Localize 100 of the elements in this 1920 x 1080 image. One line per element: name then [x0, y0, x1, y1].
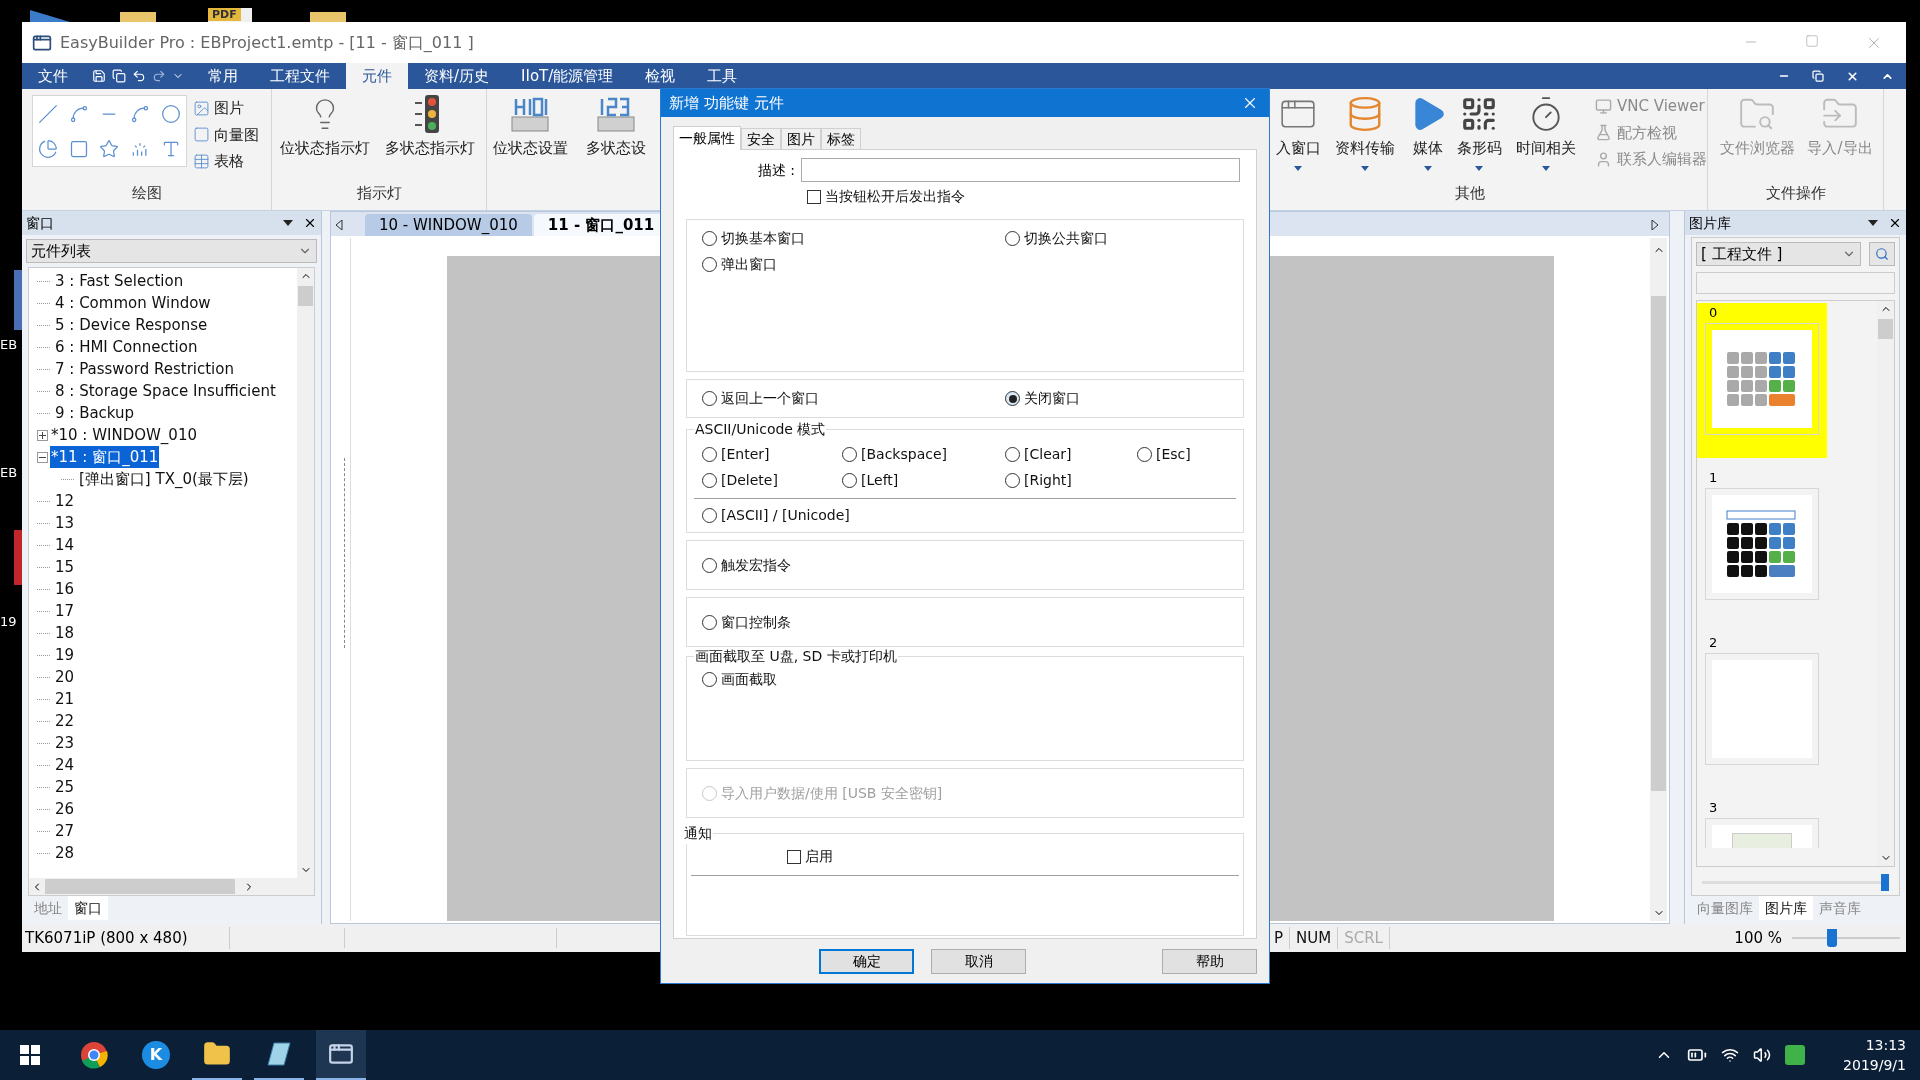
rectangle-icon[interactable] — [68, 138, 89, 159]
radio-button-icon[interactable] — [702, 672, 717, 687]
ribbon-button[interactable]: 表格 — [193, 150, 259, 173]
radio-button-icon[interactable] — [1005, 231, 1020, 246]
radio-button-icon[interactable] — [702, 447, 717, 462]
menu-tab[interactable]: 工具 — [691, 63, 754, 89]
redo-icon[interactable] — [152, 69, 166, 83]
radio-option[interactable]: [Backspace] — [842, 444, 1005, 465]
tree-item[interactable]: 4 : Common Window — [54, 291, 212, 315]
tree-item[interactable]: 28 — [54, 841, 76, 865]
tree-item[interactable]: 22 — [54, 709, 76, 733]
radio-button-icon[interactable] — [702, 473, 717, 488]
ribbon-button[interactable]: 多状态指示灯 — [377, 89, 482, 160]
radio-option[interactable]: 触发宏指令 — [702, 554, 791, 576]
filter-field[interactable] — [1696, 272, 1895, 294]
radio-option[interactable]: [Right] — [1005, 470, 1137, 491]
volume-icon[interactable] — [1753, 1046, 1772, 1064]
radio-option[interactable]: 窗口控制条 — [702, 611, 791, 633]
save-all-icon[interactable] — [112, 69, 126, 83]
radio-option[interactable]: 弹出窗口 — [702, 254, 1005, 275]
radio-option[interactable]: [ASCII] / [Unicode] — [702, 505, 1228, 526]
radio-option[interactable]: [Delete] — [702, 470, 842, 491]
scrollbar[interactable] — [1650, 238, 1667, 921]
radio-option[interactable]: [Enter] — [702, 444, 842, 465]
menu-tab[interactable]: 元件 — [346, 63, 408, 89]
radio-button-icon[interactable] — [1005, 473, 1020, 488]
tree-item[interactable]: 19 — [54, 643, 76, 667]
zoom-slider[interactable] — [1792, 929, 1900, 947]
browser-icon[interactable] — [80, 1041, 108, 1069]
gallery-item[interactable]: 0 — [1697, 303, 1827, 458]
line-icon[interactable] — [38, 103, 59, 124]
tree-item[interactable]: 15 — [54, 555, 76, 579]
ribbon-button[interactable]: 位状态设置 — [487, 89, 573, 210]
radio-option[interactable]: 画面截取 — [702, 669, 1228, 690]
undo-icon[interactable] — [132, 69, 146, 83]
tree-item[interactable]: 21 — [54, 687, 76, 711]
circle-icon[interactable] — [160, 103, 181, 124]
dropdown-icon[interactable] — [283, 220, 293, 226]
menu-tab[interactable]: IIoT/能源管理 — [505, 63, 630, 89]
radio-button-icon[interactable] — [1005, 447, 1020, 462]
editor-tab[interactable]: 10 - WINDOW_010 — [365, 214, 532, 236]
radio-button-icon[interactable] — [842, 447, 857, 462]
tree-item[interactable]: 14 — [54, 533, 76, 557]
radio-button-icon[interactable] — [702, 614, 717, 630]
radio-option[interactable]: 返回上一个窗口 — [702, 388, 1005, 409]
tree-item[interactable]: *10 : WINDOW_010 — [50, 423, 198, 447]
save-icon[interactable] — [92, 69, 106, 83]
radio-option[interactable]: 关闭窗口 — [1005, 388, 1228, 409]
ribbon-button[interactable]: 图片 — [193, 97, 259, 120]
tree-item[interactable]: 9 : Backup — [54, 401, 136, 425]
tree-item[interactable]: 6 : HMI Connection — [54, 335, 199, 359]
close-icon[interactable] — [303, 216, 317, 230]
slider-thumb[interactable] — [1881, 873, 1889, 891]
dialog-button[interactable]: 取消 — [931, 948, 1026, 974]
tree-item[interactable]: 5 : Device Response — [54, 313, 209, 337]
tree-item[interactable]: 17 — [54, 599, 76, 623]
scrollbar[interactable] — [297, 268, 314, 878]
ribbon-button[interactable]: 位状态指示灯 — [272, 89, 377, 160]
radio-button-icon[interactable] — [842, 473, 857, 488]
collapse-icon[interactable] — [37, 451, 48, 463]
radio-button-icon[interactable] — [702, 231, 717, 246]
radio-button-icon[interactable] — [1137, 447, 1152, 462]
scroll-thumb[interactable] — [45, 879, 235, 894]
tree-item[interactable]: 27 — [54, 819, 76, 843]
dropdown[interactable]: 元件列表 — [26, 239, 317, 263]
ribbon-button[interactable]: 多状态设 — [573, 89, 659, 210]
dialog-tab[interactable]: 标签 — [821, 128, 861, 149]
radio-button-icon[interactable] — [702, 557, 717, 573]
search-button[interactable] — [1869, 242, 1895, 266]
tree-item[interactable]: 24 — [54, 753, 76, 777]
radio-option[interactable]: [Esc] — [1137, 444, 1228, 465]
tree-item[interactable]: 18 — [54, 621, 76, 645]
wifi-icon[interactable] — [1721, 1046, 1740, 1064]
windows-icon[interactable] — [20, 1045, 40, 1065]
close-icon[interactable] — [1846, 69, 1859, 83]
dialog-tab[interactable]: 一般属性 — [673, 126, 741, 150]
menu-tab[interactable]: 资料/历史 — [408, 63, 506, 89]
taskbar-item[interactable] — [316, 1030, 366, 1080]
radio-button-icon[interactable] — [702, 508, 717, 523]
radio-button-icon[interactable] — [702, 257, 717, 272]
ribbon-button[interactable]: 时间相关 — [1507, 89, 1585, 171]
ribbon-button[interactable]: 媒体 — [1403, 89, 1452, 171]
tree-item[interactable]: 3 : Fast Selection — [54, 269, 185, 293]
radio-button-icon[interactable] — [1005, 391, 1020, 406]
menu-tab[interactable]: 工程文件 — [254, 63, 346, 89]
restore-icon[interactable] — [1812, 70, 1824, 82]
scrollbar[interactable] — [29, 878, 314, 895]
star-icon[interactable] — [99, 138, 120, 159]
dialog-button[interactable]: 确定 — [819, 948, 914, 974]
menu-tab[interactable]: 检视 — [629, 63, 692, 89]
freehand-icon[interactable] — [68, 103, 89, 124]
tree-item[interactable]: 16 — [54, 577, 76, 601]
close-icon[interactable] — [1888, 216, 1902, 230]
app-icon[interactable]: K — [142, 1041, 170, 1069]
tree-item[interactable]: 13 — [54, 511, 76, 535]
tree-item[interactable]: *11 : 窗口_011 — [50, 445, 160, 469]
menu-tab[interactable]: 常用 — [192, 63, 254, 89]
tree-item[interactable]: 7 : Password Restriction — [54, 357, 235, 381]
tree-item[interactable]: 25 — [54, 775, 76, 799]
dropdown[interactable]: [ 工程文件 ] — [1696, 242, 1861, 266]
